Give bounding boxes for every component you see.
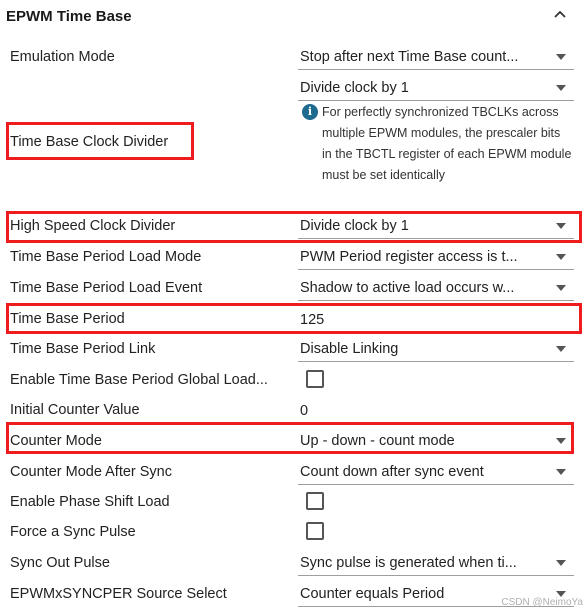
hs-clock-divider-select[interactable]: Divide clock by 1	[298, 213, 574, 239]
dropdown-arrow-icon	[556, 346, 566, 352]
info-icon: i	[302, 104, 318, 120]
dropdown-arrow-icon	[556, 254, 566, 260]
force-sync-pulse-checkbox[interactable]	[306, 522, 324, 540]
counter-mode-select[interactable]: Up - down - count mode	[298, 428, 574, 454]
period-load-event-select[interactable]: Shadow to active load occurs w...	[298, 275, 574, 301]
chevron-up-icon[interactable]	[552, 6, 568, 22]
period-load-event-value: Shadow to active load occurs w...	[300, 280, 515, 296]
initial-counter-input[interactable]: 0	[300, 402, 308, 420]
period-link-label: Time Base Period Link	[10, 341, 156, 357]
hs-clock-divider-value: Divide clock by 1	[300, 218, 409, 234]
dropdown-arrow-icon	[556, 469, 566, 475]
clock-divider-label: Time Base Clock Divider	[10, 134, 169, 150]
dropdown-arrow-icon	[556, 285, 566, 291]
time-base-period-underline	[298, 332, 574, 333]
clock-divider-info: For perfectly synchronized TBCLKs across…	[322, 105, 572, 182]
period-load-mode-label: Time Base Period Load Mode	[10, 249, 202, 265]
hs-clock-divider-label: High Speed Clock Divider	[10, 218, 176, 234]
period-link-select[interactable]: Disable Linking	[298, 336, 574, 362]
dropdown-arrow-icon	[556, 560, 566, 566]
watermark: CSDN @NeimoYa	[501, 597, 583, 608]
initial-counter-label: Initial Counter Value	[10, 402, 140, 418]
dropdown-arrow-icon	[556, 54, 566, 60]
period-link-value: Disable Linking	[300, 341, 399, 357]
time-base-period-label: Time Base Period	[10, 311, 125, 327]
section-header[interactable]: EPWM Time Base	[0, 0, 587, 34]
dropdown-arrow-icon	[556, 85, 566, 91]
counter-mode-after-sync-label: Counter Mode After Sync	[10, 464, 172, 480]
sync-out-pulse-select[interactable]: Sync pulse is generated when ti...	[298, 550, 574, 576]
emulation-mode-select[interactable]: Stop after next Time Base count...	[298, 44, 574, 70]
emulation-mode-value: Stop after next Time Base count...	[300, 49, 519, 65]
counter-mode-after-sync-select[interactable]: Count down after sync event	[298, 459, 574, 485]
phase-shift-load-checkbox[interactable]	[306, 492, 324, 510]
period-global-load-label: Enable Time Base Period Global Load...	[10, 372, 268, 388]
section-title: EPWM Time Base	[6, 8, 132, 25]
clock-divider-value: Divide clock by 1	[300, 80, 409, 96]
time-base-period-input[interactable]: 125	[300, 311, 324, 329]
counter-mode-value: Up - down - count mode	[300, 433, 455, 449]
counter-mode-label: Counter Mode	[10, 433, 102, 449]
period-load-mode-select[interactable]: PWM Period register access is t...	[298, 244, 574, 270]
syncper-source-label: EPWMxSYNCPER Source Select	[10, 586, 227, 602]
dropdown-arrow-icon	[556, 223, 566, 229]
emulation-mode-label: Emulation Mode	[10, 49, 115, 65]
clock-divider-select[interactable]: Divide clock by 1	[298, 75, 574, 101]
sync-out-pulse-label: Sync Out Pulse	[10, 555, 110, 571]
dropdown-arrow-icon	[556, 438, 566, 444]
sync-out-pulse-value: Sync pulse is generated when ti...	[300, 555, 517, 571]
period-load-mode-value: PWM Period register access is t...	[300, 249, 518, 265]
counter-mode-after-sync-value: Count down after sync event	[300, 464, 484, 480]
period-global-load-checkbox[interactable]	[306, 370, 324, 388]
force-sync-pulse-label: Force a Sync Pulse	[10, 524, 136, 540]
period-load-event-label: Time Base Period Load Event	[10, 280, 203, 296]
phase-shift-load-label: Enable Phase Shift Load	[10, 494, 170, 510]
